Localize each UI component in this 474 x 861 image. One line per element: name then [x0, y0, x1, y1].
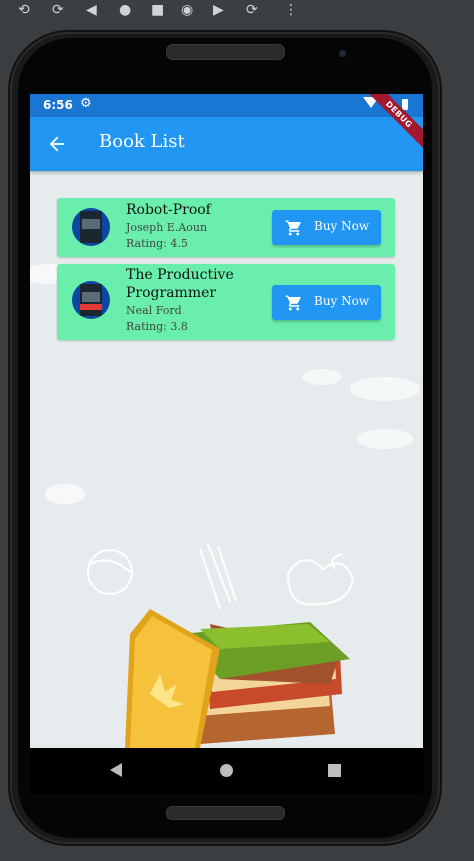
book-card[interactable]: The Productive Programmer Neal Ford Rati…: [57, 264, 395, 340]
buy-now-label: Buy Now: [314, 219, 370, 233]
buy-now-label: Buy Now: [314, 294, 370, 308]
back-icon[interactable]: ◀: [86, 1, 97, 19]
speaker-bottom: [166, 806, 285, 820]
book-title: Robot-Proof: [126, 202, 211, 218]
record-icon[interactable]: ▶: [213, 1, 224, 19]
front-camera: [339, 50, 346, 57]
nav-back-icon[interactable]: [110, 763, 122, 777]
debug-label: DEBUG: [363, 94, 423, 154]
nav-home-icon[interactable]: [220, 764, 233, 777]
buy-now-button[interactable]: Buy Now: [272, 210, 381, 245]
books-illustration: [125, 609, 350, 748]
book-cover-avatar: [72, 281, 110, 319]
page-title: Book List: [99, 131, 185, 152]
book-author: Joseph E.Aoun: [126, 221, 208, 234]
background-illustration: [30, 264, 420, 748]
snapshot-icon[interactable]: ⟳: [246, 1, 258, 19]
home-icon[interactable]: ●: [119, 1, 131, 19]
book-cover-avatar: [72, 208, 110, 246]
book-author: Neal Ford: [126, 304, 182, 317]
cart-icon: [285, 295, 301, 311]
rotate-right-icon[interactable]: ⟳: [52, 1, 64, 19]
emulator-toolbar: ⟲ ⟳ ◀ ● ■ ◉ ▶ ⟳ ⋮: [0, 0, 474, 20]
more-icon[interactable]: ⋮: [284, 1, 298, 19]
book-cover-image: [80, 284, 102, 316]
overview-icon[interactable]: ■: [151, 1, 164, 19]
buy-now-button[interactable]: Buy Now: [272, 285, 381, 320]
settings-icon: ⚙: [80, 96, 92, 111]
status-time: 6:56: [43, 98, 73, 112]
speaker-top: [166, 44, 285, 60]
device-screen: 6:56 ⚙ Book List DEBUG Robot-Proof Josep…: [30, 94, 423, 748]
back-arrow-icon[interactable]: [46, 133, 68, 155]
book-cover-image: [80, 211, 102, 243]
doodles: [87, 543, 355, 610]
book-title: The Productive Programmer: [126, 267, 234, 301]
camera-icon[interactable]: ◉: [181, 1, 193, 19]
debug-banner: DEBUG: [363, 94, 423, 154]
book-card[interactable]: Robot-Proof Joseph E.Aoun Rating: 4.5 Bu…: [57, 198, 395, 257]
rotate-left-icon[interactable]: ⟲: [18, 1, 30, 19]
nav-recent-apps-icon[interactable]: [328, 764, 341, 777]
cart-icon: [285, 220, 301, 236]
book-rating: Rating: 4.5: [126, 237, 188, 250]
navigation-bar: [30, 748, 423, 794]
book-rating: Rating: 3.8: [126, 320, 188, 333]
